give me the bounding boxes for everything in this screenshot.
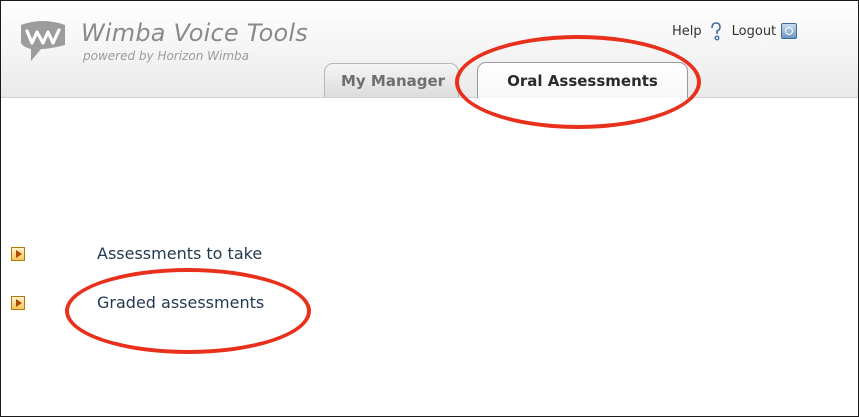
tab-my-manager[interactable]: My Manager <box>324 63 459 97</box>
logout-link[interactable]: Logout <box>732 24 777 39</box>
logo-subtitle: powered by Horizon Wimba <box>83 49 249 63</box>
menu-item-assessments-to-take[interactable]: Assessments to take <box>11 244 262 263</box>
logo-title: Wimba Voice Tools <box>81 19 308 47</box>
tab-oral-assessments[interactable]: Oral Assessments <box>477 62 688 98</box>
menu-item-label: Assessments to take <box>97 244 263 263</box>
menu-item-graded-assessments[interactable]: Graded assessments <box>11 293 264 312</box>
wimba-logo-icon <box>21 21 65 61</box>
top-links: Help Logout <box>672 21 798 41</box>
header-bar: Wimba Voice Tools powered by Horizon Wim… <box>1 1 858 98</box>
logout-icon[interactable] <box>781 23 798 39</box>
tab-oral-assessments-label: Oral Assessments <box>507 71 658 90</box>
help-icon[interactable] <box>708 21 724 41</box>
tab-my-manager-label: My Manager <box>341 71 446 90</box>
help-link[interactable]: Help <box>672 24 702 39</box>
orange-arrow-icon <box>11 246 25 261</box>
orange-arrow-icon <box>11 295 25 310</box>
menu-item-label: Graded assessments <box>97 293 265 312</box>
app-window: Wimba Voice Tools powered by Horizon Wim… <box>0 0 859 417</box>
